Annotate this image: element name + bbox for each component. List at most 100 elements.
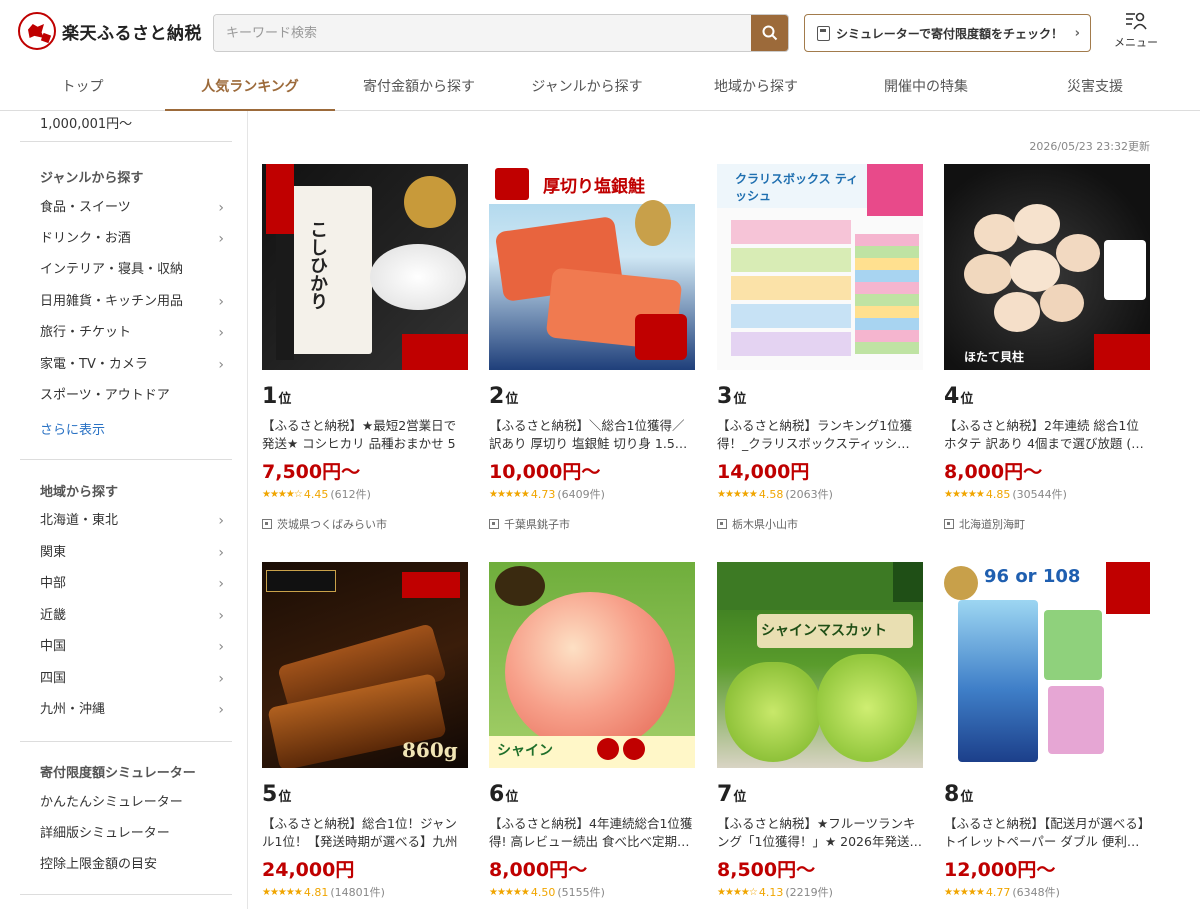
product-image[interactable]: 96 or 108 (944, 562, 1150, 768)
search-button[interactable] (751, 15, 788, 51)
star-rating-icon: ★★★★★ (717, 488, 758, 500)
sidebar-item-label: インテリア・寝具・収納 (40, 262, 184, 277)
search-icon (762, 25, 777, 41)
nav-tabs: トップ 人気ランキング 寄付金額から探す ジャンルから探す 地域から探す 開催中… (0, 64, 1200, 111)
show-more-link[interactable]: さらに表示 (40, 419, 105, 438)
tab-top[interactable]: トップ (0, 64, 165, 111)
review-count[interactable]: (5155件) (557, 884, 605, 900)
sidebar-item-label: 控除上限金額の目安 (40, 857, 158, 872)
sidebar-item-simulator[interactable]: かんたんシミュレーター (40, 791, 224, 815)
divider (20, 459, 232, 460)
menu-button[interactable]: メニュー (1108, 10, 1164, 56)
sidebar-item-genre[interactable]: 旅行・チケット › (40, 321, 224, 345)
site-logo[interactable]: 楽天ふるさと納税 (18, 12, 202, 50)
rank-number: 6位 (489, 782, 695, 807)
rating-score: 4.77 (985, 885, 1011, 899)
product-price: 14,000円 (717, 461, 810, 483)
updated-timestamp: 2026/05/23 23:32更新 (1029, 140, 1150, 153)
sidebar-item-simulator[interactable]: 控除上限金額の目安 (40, 853, 224, 877)
sidebar-item-region[interactable]: 中部 › (40, 572, 224, 596)
sidebar-item-region[interactable]: 中国 › (40, 635, 224, 659)
sidebar-item-label: 旅行・チケット (40, 325, 132, 340)
product-title[interactable]: 【ふるさと納税】★フルーツランキング「1位獲得！」★ 2026年発送… (717, 815, 923, 851)
product-price: 12,000円～ (944, 859, 1056, 881)
product-location[interactable]: 茨城県つくばみらい市 (262, 516, 468, 532)
sidebar-item-genre[interactable]: スポーツ・アウトドア (40, 384, 224, 408)
sidebar-item-label: スポーツ・アウトドア (40, 388, 170, 403)
product-card[interactable]: シャイン 6位 【ふるさと納税】4年連続総合1位獲得! 高レビュー続出 食べ比べ… (489, 562, 695, 900)
rank-number: 4位 (944, 384, 1150, 409)
building-icon (717, 519, 727, 529)
sidebar-item-label: 関東 (40, 545, 67, 560)
calculator-icon (817, 25, 830, 41)
product-title[interactable]: 【ふるさと納税】★最短2営業日で発送★ コシヒカリ 品種おまかせ 5k… (262, 417, 468, 453)
product-title[interactable]: 【ふるさと納税】2年連続 総合1位 ホタテ 訳あり 4個まで選び放題 (… (944, 417, 1150, 453)
sidebar-item-region[interactable]: 近畿 › (40, 604, 224, 628)
review-count[interactable]: (30544件) (1012, 486, 1067, 502)
divider (20, 141, 232, 142)
product-image[interactable]: 860g (262, 562, 468, 768)
product-rating: ★★★★☆ 4.45 (612件) (262, 486, 468, 502)
simulator-button[interactable]: シミュレーターで寄付限度額をチェック！ › (804, 14, 1091, 52)
product-card[interactable]: 厚切り塩銀鮭 2位 【ふるさと納税】＼総合1位獲得／訳あり 厚切り 塩銀鮭 切り… (489, 164, 695, 532)
product-image[interactable]: シャインマスカット (717, 562, 923, 768)
tab-disaster[interactable]: 災害支援 (1011, 64, 1179, 111)
product-card[interactable]: ほたて貝柱 4位 【ふるさと納税】2年連続 総合1位 ホタテ 訳あり 4個まで選… (944, 164, 1150, 532)
product-location[interactable]: 千葉県銚子市 (489, 516, 695, 532)
sidebar-item-amount[interactable]: 1,000,001円～ (40, 113, 132, 132)
product-price: 10,000円～ (489, 461, 601, 483)
sidebar-item-genre[interactable]: 日用雑貨・キッチン用品 › (40, 290, 224, 314)
location-name: 北海道別海町 (959, 518, 1025, 531)
location-name: 千葉県銚子市 (504, 518, 570, 531)
product-card[interactable]: シャインマスカット 7位 【ふるさと納税】★フルーツランキング「1位獲得！」★ … (717, 562, 923, 900)
product-card[interactable]: クラリスボックス ティッシュ 3位 【ふるさと納税】ランキング1位獲得！_クラリ… (717, 164, 923, 532)
chevron-right-icon: › (218, 200, 224, 216)
product-title[interactable]: 【ふるさと納税】ランキング1位獲得！_クラリスボックスティッシ… (717, 417, 923, 453)
chevron-right-icon: › (218, 671, 224, 687)
product-title[interactable]: 【ふるさと納税】4年連続総合1位獲得! 高レビュー続出 食べ比べ定期… (489, 815, 695, 851)
sidebar-item-region[interactable]: 四国 › (40, 667, 224, 691)
tab-features[interactable]: 開催中の特集 (841, 64, 1011, 111)
search-input[interactable] (214, 15, 751, 51)
product-location[interactable]: 栃木県小山市 (717, 516, 923, 532)
product-title[interactable]: 【ふるさと納税】総合1位！ジャンル1位！【発送時期が選べる】九州産… (262, 815, 468, 851)
review-count[interactable]: (6409件) (557, 486, 605, 502)
review-count[interactable]: (2219件) (785, 884, 833, 900)
product-image[interactable]: ほたて貝柱 (944, 164, 1150, 370)
region-heading: 地域から探す (40, 485, 119, 500)
sidebar-item-region[interactable]: 関東 › (40, 541, 224, 565)
sidebar-item-genre[interactable]: 家電・TV・カメラ › (40, 353, 224, 377)
sidebar-item-genre[interactable]: 食品・スイーツ › (40, 196, 224, 220)
product-location[interactable]: 北海道別海町 (944, 516, 1150, 532)
product-image[interactable]: こしひかり (262, 164, 468, 370)
thumb-text: 厚切り塩銀鮭 (543, 177, 645, 197)
chevron-right-icon: › (218, 608, 224, 624)
menu-user-icon (1126, 12, 1147, 30)
tab-by-genre[interactable]: ジャンルから探す (503, 64, 671, 111)
review-count[interactable]: (612件) (330, 486, 371, 502)
review-count[interactable]: (14801件) (330, 884, 385, 900)
sidebar-item-region[interactable]: 九州・沖縄 › (40, 698, 224, 722)
product-card[interactable]: 860g 5位 【ふるさと納税】総合1位！ジャンル1位！【発送時期が選べる】九州… (262, 562, 468, 900)
product-image[interactable]: クラリスボックス ティッシュ (717, 164, 923, 370)
sidebar-item-genre[interactable]: インテリア・寝具・収納 (40, 258, 224, 282)
rank-value: 6 (489, 782, 505, 807)
product-title[interactable]: 【ふるさと納税】＼総合1位獲得／訳あり 厚切り 塩銀鮭 切り身 1.5… (489, 417, 695, 453)
review-count[interactable]: (6348件) (1012, 884, 1060, 900)
sidebar-item-simulator[interactable]: 詳細版シミュレーター (40, 822, 224, 846)
product-image[interactable]: 厚切り塩銀鮭 (489, 164, 695, 370)
product-rating: ★★★★★ 4.77 (6348件) (944, 884, 1150, 900)
product-price: 8,500円～ (717, 859, 816, 881)
sidebar-item-region[interactable]: 北海道・東北 › (40, 509, 224, 533)
product-title[interactable]: 【ふるさと納税】【配送月が選べる】トイレットペーパー ダブル 便利… (944, 815, 1150, 851)
sidebar-item-genre[interactable]: ドリンク・お酒 › (40, 227, 224, 251)
rating-score: 4.73 (530, 487, 556, 501)
review-count[interactable]: (2063件) (785, 486, 833, 502)
product-card[interactable]: 96 or 108 8位 【ふるさと納税】【配送月が選べる】トイレットペーパー … (944, 562, 1150, 900)
tab-by-region[interactable]: 地域から探す (671, 64, 841, 111)
product-card[interactable]: こしひかり 1位 【ふるさと納税】★最短2営業日で発送★ コシヒカリ 品種おまか… (262, 164, 468, 532)
sidebar-item-label: ドリンク・お酒 (40, 231, 131, 246)
tab-ranking[interactable]: 人気ランキング (165, 64, 335, 111)
product-image[interactable]: シャイン (489, 562, 695, 768)
tab-by-amount[interactable]: 寄付金額から探す (335, 64, 503, 111)
